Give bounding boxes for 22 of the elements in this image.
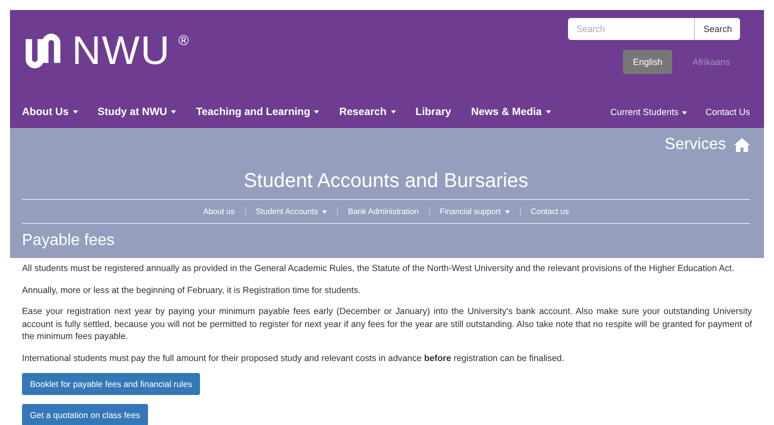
search-button[interactable]: Search [694, 18, 740, 40]
section-title: Student Accounts and Bursaries [242, 170, 530, 193]
nav-item[interactable]: Library [416, 106, 452, 118]
nav-item[interactable]: Current Students [610, 107, 688, 117]
link-button[interactable]: Get a quotation on class fees [22, 404, 148, 425]
paragraph: Annually, more or less at the beginning of February, it is Registration time for students. [22, 284, 362, 296]
nav-item[interactable]: Research [339, 106, 396, 118]
nav-item[interactable]: Contact Us [705, 107, 750, 117]
home-icon[interactable] [734, 138, 750, 152]
page-title: Payable fees [22, 232, 116, 250]
link-button[interactable]: Booklet for payable fees and financial rules [22, 373, 200, 395]
paragraph: International students must pay the full amount for their proposed study and relevant costs in advance before registration can be finalised. [22, 352, 566, 364]
nav-item[interactable]: Teaching and Learning [196, 106, 320, 118]
logo-text: NWU [72, 30, 171, 72]
paragraph: Ease your registration next year by paying your minimum payable fees early (December or January) into the University's bank account. Also make sure your outstanding University account is fully settled, because you will not be permitted to register for next year if any fees for the year are still outstanding. Also take note that no respite will be granted for payment of the minimum fees payable. [22, 305, 752, 342]
nav-item[interactable]: About Us [22, 106, 78, 118]
language-link[interactable]: English [622, 50, 672, 74]
nav-item[interactable]: Study at NWU [98, 106, 176, 118]
nav-item[interactable]: News & Media [471, 106, 551, 118]
paragraph: All students must be registered annually as provided in the General Academic Rules, the Statute of the North-West University and the relevant provisions of the Higher Education Act. [22, 262, 736, 274]
registered-mark: ® [178, 32, 189, 48]
search-field[interactable]: Search Search [568, 18, 740, 40]
